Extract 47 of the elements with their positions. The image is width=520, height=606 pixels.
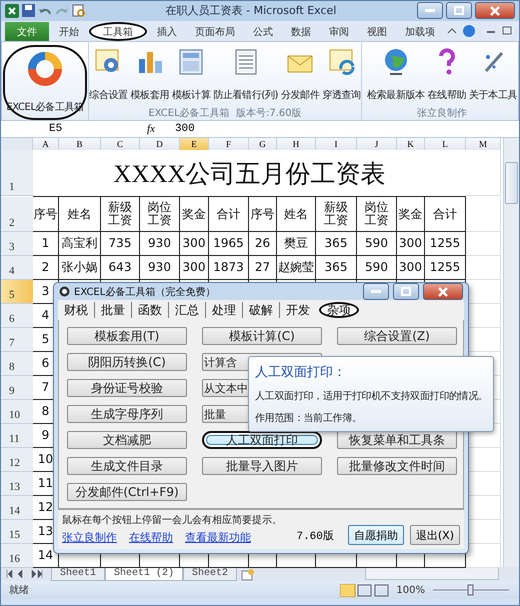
version-label: 7.60版: [296, 529, 334, 544]
group-label: 张立良制作: [416, 106, 468, 120]
table-cell: 300: [397, 256, 425, 280]
table-cell: 2: [33, 256, 59, 280]
table-cell: 合计: [425, 197, 466, 232]
table-cell: 26: [249, 232, 277, 256]
window-title: 在职人员工资表 - Microsoft Excel: [164, 3, 338, 18]
table-cell: 高宝利: [59, 232, 101, 256]
table-cell: 365: [316, 232, 357, 256]
table-cell: 300: [397, 232, 425, 256]
table-cell: 590: [357, 232, 397, 256]
status-text: 就绪: [9, 584, 30, 598]
tooltip-title: 人工双面打印：: [255, 364, 347, 382]
table-cell: 姓名: [59, 197, 101, 232]
table-cell: 1255: [425, 232, 466, 256]
hint-text: 鼠标在每个按钮上停留一会儿会有相应简要提示。: [62, 514, 283, 528]
table-cell: 643: [101, 256, 140, 280]
table-cell: 1873: [209, 256, 249, 280]
table-cell: 薪级工资: [101, 197, 140, 232]
table-cell: 300: [180, 256, 209, 280]
table-cell: 序号: [249, 197, 277, 232]
table-cell: 序号: [33, 197, 59, 232]
table-cell: 张小娲: [59, 256, 101, 280]
tooltip-scope: 作用范围：当前工作簿。: [255, 412, 363, 426]
group-label: EXCEL必备工具箱 版本号:7.60版: [147, 106, 303, 120]
table-cell: 1: [33, 232, 59, 256]
table-cell: 930: [140, 256, 180, 280]
table-cell: 奖金: [180, 197, 209, 232]
table-cell: 930: [140, 232, 180, 256]
table-cell: 300: [180, 232, 209, 256]
table-cell: 樊豆: [277, 232, 316, 256]
dialog-title: EXCEL必备工具箱（完全免费）: [74, 286, 216, 299]
table-cell: 1965: [209, 232, 249, 256]
table-cell: 姓名: [277, 197, 316, 232]
table-cell: 奖金: [397, 197, 425, 232]
tooltip-text: 人工双面打印，适用于打印机不支持双面打印的情况。: [255, 390, 489, 404]
table-cell: 岗位工资: [140, 197, 180, 232]
table-cell: 27: [249, 256, 277, 280]
table-cell: 合计: [209, 197, 249, 232]
sheet-title: XXXX公司五月份工资表: [33, 150, 466, 198]
table-cell: 735: [101, 232, 140, 256]
table-cell: 365: [316, 256, 357, 280]
table-cell: 薪级工资: [316, 197, 357, 232]
table-cell: 赵婉莹: [277, 256, 316, 280]
table-cell: 590: [357, 256, 397, 280]
table-cell: 1255: [425, 256, 466, 280]
table-cell: 岗位工资: [357, 197, 397, 232]
